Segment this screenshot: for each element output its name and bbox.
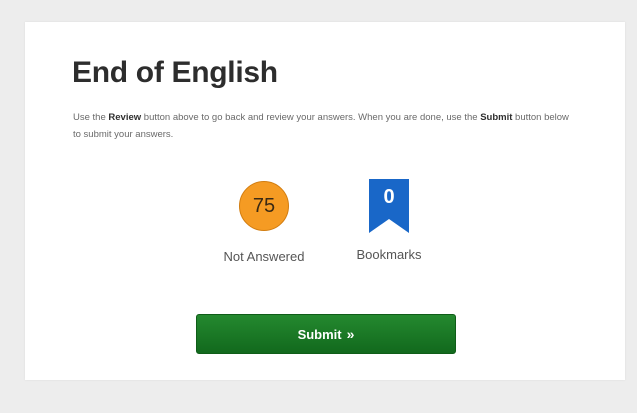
instructions-part-2: button above to go back and review your … (141, 112, 481, 123)
submit-button[interactable]: Submit » (196, 314, 456, 354)
end-of-section-card: End of English Use the Review button abo… (25, 22, 625, 380)
bookmarks-label: Bookmarks (356, 247, 422, 262)
bookmark-icon: 0 (369, 179, 409, 233)
bookmarks-count: 0 (383, 186, 395, 208)
not-answered-status: 75 Not Answered (199, 181, 329, 264)
review-keyword: Review (108, 112, 142, 123)
submit-button-label: Submit (297, 327, 342, 342)
not-answered-label: Not Answered (223, 249, 305, 264)
submit-keyword: Submit (480, 112, 513, 123)
instructions-text: Use the Review button above to go back a… (73, 109, 573, 143)
double-chevron-right-icon: » (346, 326, 355, 342)
instructions-part-1: Use the (73, 112, 109, 123)
bookmarks-status: 0 Bookmarks (324, 179, 454, 262)
not-answered-count-circle: 75 (239, 181, 289, 231)
page-title: End of English (72, 56, 278, 89)
